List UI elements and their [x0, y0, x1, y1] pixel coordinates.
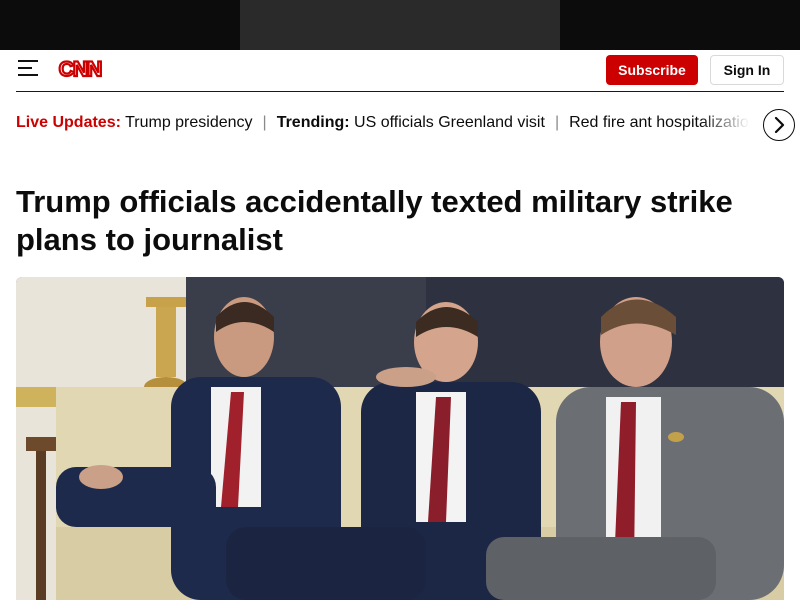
hamburger-menu-icon[interactable]: [18, 60, 38, 76]
live-updates-label: Live Updates:: [16, 114, 121, 131]
logo-text: CNN: [59, 58, 102, 81]
news-ticker: Live Updates: Trump presidency | Trending:…: [16, 114, 756, 138]
header-divider: [16, 91, 784, 92]
ticker-next-button[interactable]: [763, 109, 795, 141]
top-ad-banner: [0, 0, 800, 50]
article-hero-image[interactable]: [16, 277, 784, 600]
ticker-separator: |: [262, 114, 267, 131]
subscribe-button[interactable]: Subscribe: [606, 55, 698, 85]
article-headline[interactable]: Trump officials accidentally texted mili…: [16, 183, 736, 259]
chevron-right-icon: [774, 116, 785, 134]
ad-slot[interactable]: [240, 0, 560, 50]
ticker-link-trump-presidency[interactable]: Trump presidency: [125, 114, 252, 131]
trending-label: Trending:: [276, 114, 350, 131]
cnn-logo[interactable]: CNN: [56, 57, 104, 81]
sign-in-button[interactable]: Sign In: [710, 55, 784, 85]
ticker-fade: [700, 110, 762, 142]
ticker-link-greenland-visit[interactable]: US officials Greenland visit: [354, 114, 545, 131]
ticker-separator: |: [554, 114, 560, 131]
